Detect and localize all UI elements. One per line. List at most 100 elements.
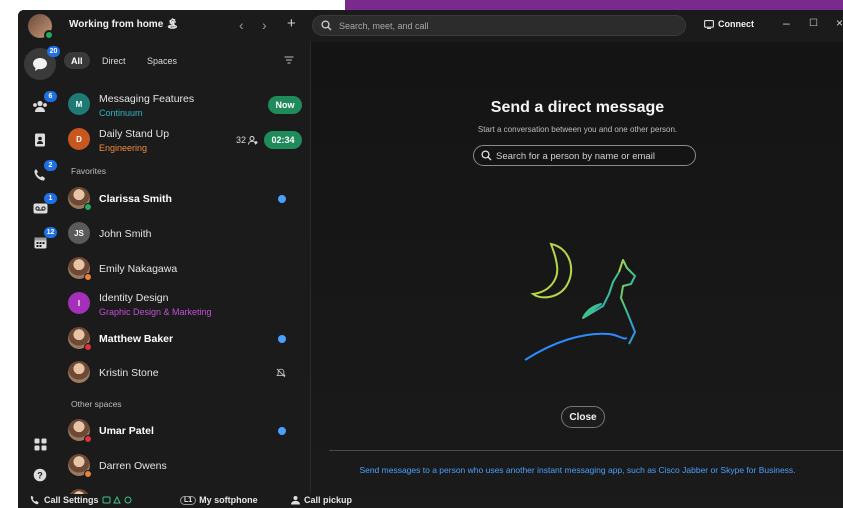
- call-settings[interactable]: Call Settings: [30, 495, 132, 505]
- voicemail-badge: 1: [44, 193, 57, 204]
- new-plus-icon[interactable]: +: [287, 15, 296, 32]
- apps-grid-icon: [34, 438, 46, 450]
- connect-icon: [704, 19, 714, 29]
- softphone-selector[interactable]: L1 My softphone: [180, 495, 258, 505]
- space-subtitle: Continuum: [99, 108, 143, 118]
- help-nav[interactable]: ?: [27, 462, 53, 488]
- svg-text:?: ?: [37, 470, 43, 480]
- list-item-identity-design[interactable]: I Identity Design Graphic Design & Marke…: [60, 287, 300, 321]
- global-search[interactable]: [312, 15, 686, 36]
- presence-indicator: [44, 30, 54, 40]
- call-settings-icon: [30, 495, 39, 505]
- teams-nav[interactable]: 6: [27, 91, 57, 119]
- minimize-button[interactable]: –: [783, 16, 790, 30]
- participant-count-value: 32: [236, 135, 247, 145]
- navigation-rail: 20 6 2 1 12 ?: [18, 42, 60, 494]
- network-status-icon: [102, 495, 132, 503]
- contact-name: Kristin Stone: [99, 367, 159, 379]
- space-title: Messaging Features: [99, 93, 195, 105]
- voicemail-nav[interactable]: 1: [27, 193, 57, 221]
- list-item-kristin-stone[interactable]: Kristin Stone: [60, 356, 300, 390]
- conversation-list-panel: All Direct Spaces M Messaging Features C…: [60, 42, 324, 494]
- call-pickup[interactable]: Call pickup: [290, 495, 352, 505]
- participant-count: 32: [236, 135, 258, 145]
- space-subtitle: Graphic Design & Marketing: [99, 307, 212, 317]
- presence-away-indicator: [84, 273, 92, 281]
- contacts-book-icon: [35, 133, 45, 147]
- close-window-button[interactable]: ×: [836, 16, 843, 30]
- webex-window: Working from home 🏝 ‹ › + Connect – ☐ × …: [18, 10, 843, 508]
- phone-icon: [34, 169, 45, 181]
- space-avatar: M: [68, 93, 90, 115]
- call-pickup-icon: [291, 496, 300, 505]
- filter-spaces[interactable]: Spaces: [147, 52, 177, 69]
- connect-button[interactable]: Connect: [704, 19, 754, 29]
- global-search-input[interactable]: [339, 19, 669, 33]
- connect-label: Connect: [718, 19, 754, 29]
- chat-bubble-icon: [33, 57, 47, 71]
- muted-bell-icon: [276, 368, 286, 378]
- contact-name: Darren Owens: [99, 460, 167, 472]
- moon-wolf-illustration: [524, 242, 636, 361]
- list-item-daily-stand-up[interactable]: D Daily Stand Up Engineering 32 02:34: [60, 123, 302, 157]
- space-subtitle: Engineering: [99, 143, 148, 153]
- contact-name: Emily Nakagawa: [99, 263, 178, 275]
- list-item-partial[interactable]: [60, 484, 300, 494]
- presence-dnd-indicator: [84, 343, 92, 351]
- back-arrow-icon[interactable]: ‹: [239, 17, 244, 33]
- contact-avatar: JS: [68, 222, 90, 244]
- contact-avatar: [68, 361, 90, 383]
- presence-available-indicator: [84, 203, 92, 211]
- apps-nav[interactable]: [27, 431, 53, 457]
- user-avatar[interactable]: [28, 14, 54, 40]
- line-badge: L1: [180, 495, 197, 505]
- join-now-pill[interactable]: Now: [268, 96, 302, 114]
- presence-away-indicator: [84, 470, 92, 478]
- softphone-label: My softphone: [199, 495, 258, 505]
- calling-nav[interactable]: 2: [27, 160, 57, 188]
- other-apps-link[interactable]: Send messages to a person who uses anoth…: [311, 465, 843, 475]
- contact-name: Clarissa Smith: [99, 193, 172, 205]
- space-avatar: I: [68, 292, 90, 314]
- calendar-nav[interactable]: 12: [27, 227, 57, 255]
- space-avatar: D: [68, 128, 90, 150]
- call-pickup-label: Call pickup: [304, 495, 353, 505]
- unread-dot: [278, 335, 286, 343]
- calendar-badge: 12: [44, 227, 57, 238]
- list-item-darren-owens[interactable]: Darren Owens: [60, 449, 300, 483]
- help-icon: ?: [33, 468, 47, 482]
- list-item-john-smith[interactable]: JS John Smith: [60, 217, 300, 251]
- contact-name: Umar Patel: [99, 425, 154, 437]
- status-message[interactable]: Working from home 🏝: [69, 19, 179, 30]
- meeting-timer-pill[interactable]: 02:34: [264, 131, 302, 149]
- list-item-umar-patel[interactable]: Umar Patel: [60, 414, 300, 448]
- filter-all[interactable]: All: [64, 52, 90, 69]
- contact-name: John Smith: [99, 228, 152, 240]
- list-item-clarissa-smith[interactable]: Clarissa Smith: [60, 182, 300, 216]
- messaging-badge: 20: [47, 46, 60, 57]
- space-title: Identity Design: [99, 292, 169, 304]
- filter-direct[interactable]: Direct: [102, 52, 126, 69]
- unread-dot: [278, 427, 286, 435]
- filter-tabs: All Direct Spaces: [60, 50, 310, 70]
- forward-arrow-icon[interactable]: ›: [262, 17, 267, 33]
- page-title: Send a direct message: [490, 99, 665, 116]
- close-button[interactable]: Close: [561, 406, 605, 428]
- messaging-nav[interactable]: 20: [24, 46, 60, 80]
- list-item-emily-nakagawa[interactable]: Emily Nakagawa: [60, 252, 300, 286]
- title-bar: Working from home 🏝 ‹ › + Connect – ☐ ×: [18, 10, 843, 42]
- search-icon: [321, 20, 332, 31]
- space-title: Daily Stand Up: [99, 128, 170, 140]
- contact-name: Matthew Baker: [99, 333, 174, 345]
- background-window-edge: [345, 0, 843, 10]
- maximize-button[interactable]: ☐: [809, 18, 818, 29]
- contacts-nav[interactable]: [27, 127, 53, 153]
- unread-dot: [278, 195, 286, 203]
- person-search[interactable]: [473, 145, 696, 166]
- person-search-input[interactable]: [496, 149, 686, 163]
- list-item-matthew-baker[interactable]: Matthew Baker: [60, 322, 300, 356]
- filter-icon[interactable]: [284, 56, 294, 64]
- section-favorites: Favorites: [71, 166, 106, 176]
- section-other-spaces: Other spaces: [71, 399, 122, 409]
- list-item-messaging-features[interactable]: M Messaging Features Continuum Now: [60, 88, 302, 122]
